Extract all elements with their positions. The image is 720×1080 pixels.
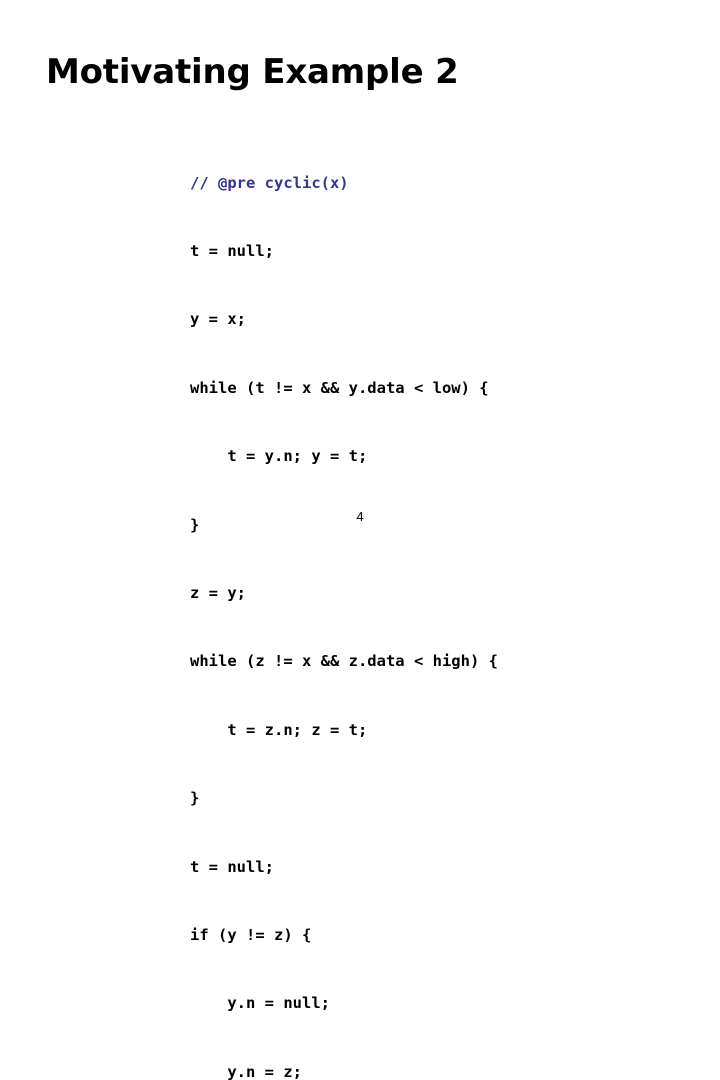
code-line: t = z.n; z = t;: [190, 720, 368, 739]
code-line: t = null;: [190, 857, 274, 876]
code-line: y = x;: [190, 310, 246, 329]
code-line: }: [190, 789, 200, 808]
code-line: // @pre cyclic(x): [190, 173, 349, 192]
code-line: while (z != x && z.data < high) {: [190, 652, 498, 671]
page-number: 4: [356, 509, 364, 524]
code-line: t = y.n; y = t;: [190, 447, 368, 466]
code-line: y.n = null;: [190, 994, 330, 1013]
code-line: t = null;: [190, 241, 274, 260]
page-title: Motivating Example 2: [46, 52, 459, 92]
code-line: if (y != z) {: [190, 925, 312, 944]
slide-canvas: Motivating Example 2 // @pre cyclic(x) t…: [0, 0, 720, 1080]
code-line: while (t != x && y.data < low) {: [190, 378, 489, 397]
code-line: z = y;: [190, 583, 246, 602]
code-line: y.n = z;: [190, 1062, 302, 1080]
code-listing: // @pre cyclic(x) t = null; y = x; while…: [190, 126, 498, 1080]
